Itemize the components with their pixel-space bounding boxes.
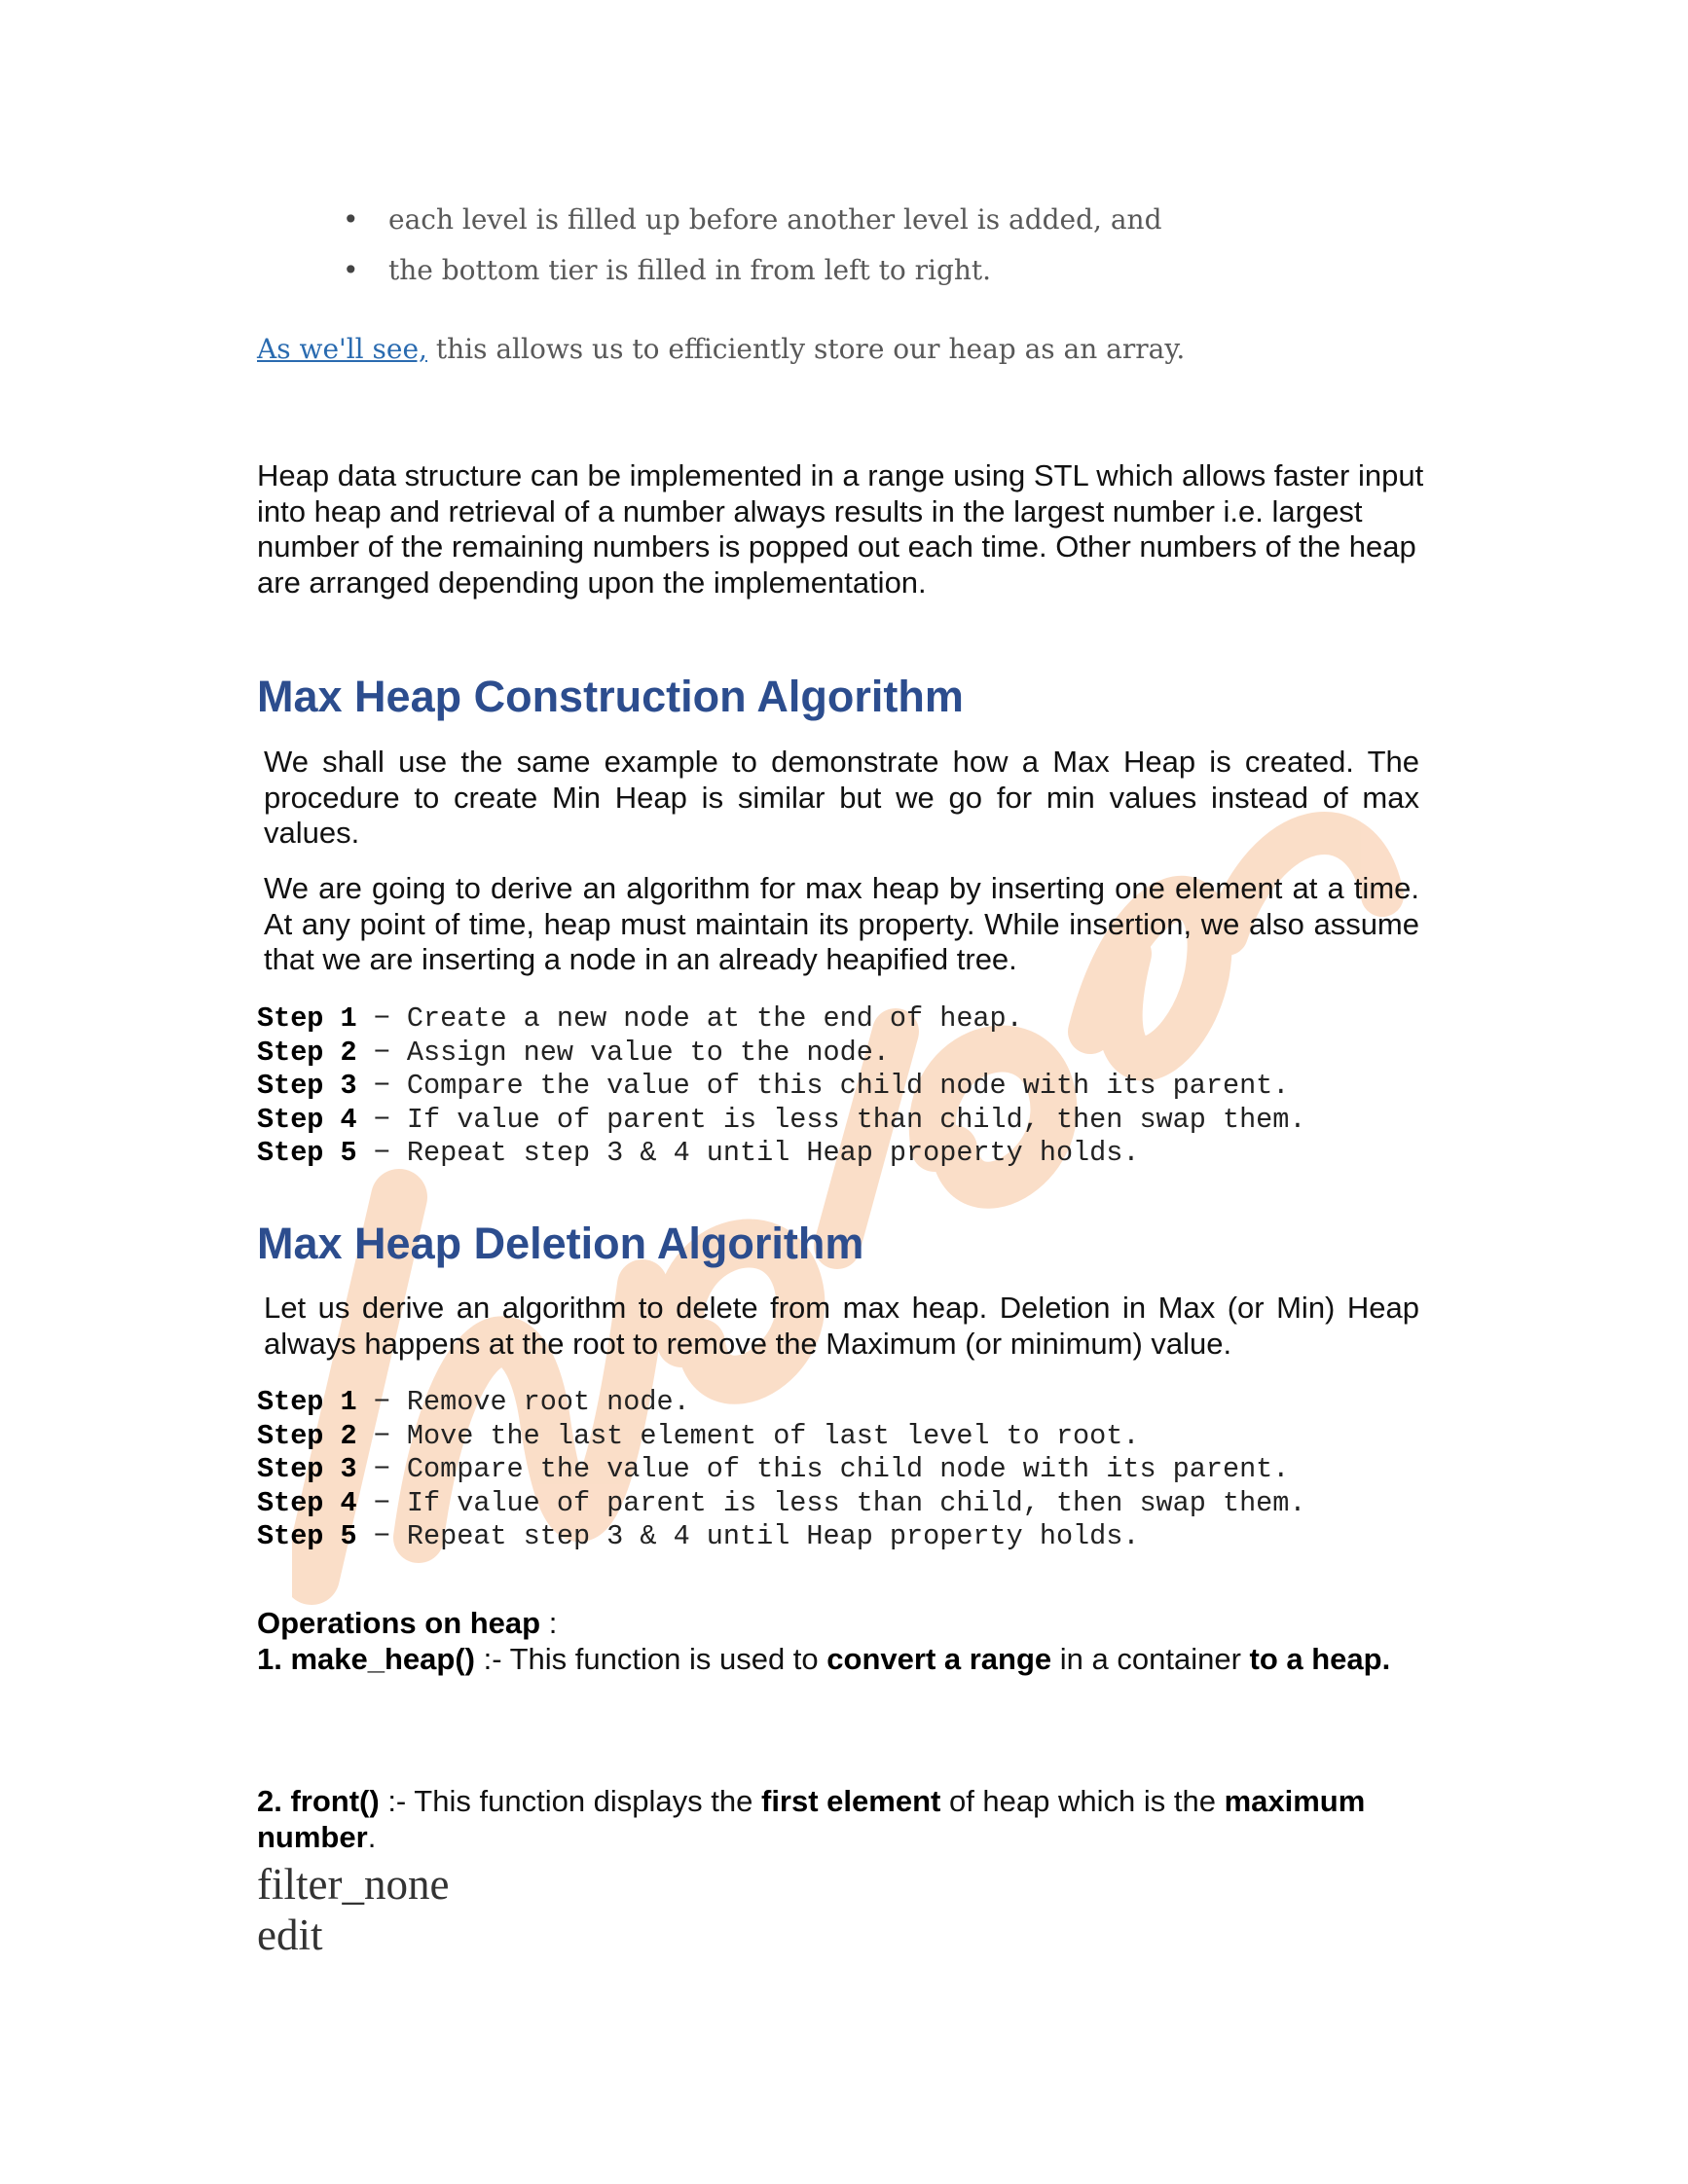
- step-line: Step 1 − Remove root node.: [257, 1386, 690, 1418]
- operations-section: Operations on heap : 1. make_heap() :- T…: [257, 1606, 1425, 1677]
- bullet-item: the bottom tier is filled in from left t…: [343, 245, 1162, 296]
- step-line: Step 3 − Compare the value of this child…: [257, 1453, 1290, 1485]
- array-note: As we'll see, this allows us to efficien…: [257, 333, 1185, 365]
- step-line: Step 5 − Repeat step 3 & 4 until Heap pr…: [257, 1137, 1140, 1169]
- bullet-list: each level is filled up before another l…: [343, 195, 1162, 296]
- front-description: 2. front() :- This function displays the…: [257, 1784, 1366, 1854]
- deletion-paragraph: Let us derive an algorithm to delete fro…: [264, 1291, 1419, 1361]
- step-line: Step 4 − If value of parent is less than…: [257, 1103, 1306, 1136]
- construction-paragraph-2: We are going to derive an algorithm for …: [264, 871, 1419, 976]
- deletion-steps: Step 1 − Remove root node. Step 2 − Move …: [257, 1386, 1305, 1554]
- filter-none-label: filter_none: [257, 1860, 450, 1909]
- step-line: Step 5 − Repeat step 3 & 4 until Heap pr…: [257, 1520, 1140, 1552]
- code-toolbar-text: filter_none edit: [257, 1859, 449, 1960]
- operations-title: Operations on heap :: [257, 1606, 558, 1640]
- step-line: Step 3 − Compare the value of this child…: [257, 1070, 1290, 1102]
- make-heap-description: 1. make_heap() :- This function is used …: [257, 1641, 1391, 1676]
- construction-steps: Step 1 − Create a new node at the end of…: [257, 1002, 1305, 1171]
- step-line: Step 4 − If value of parent is less than…: [257, 1486, 1306, 1519]
- construction-heading: Max Heap Construction Algorithm: [257, 672, 964, 721]
- construction-paragraph-1: We shall use the same example to demonst…: [264, 745, 1419, 850]
- as-we-will-see-link[interactable]: As we'll see,: [257, 333, 427, 365]
- document-page: each level is filled up before another l…: [0, 0, 1688, 2184]
- array-note-text: this allows us to efficiently store our …: [426, 333, 1186, 365]
- intro-paragraph: Heap data structure can be implemented i…: [257, 458, 1424, 600]
- step-line: Step 1 − Create a new node at the end of…: [257, 1002, 1023, 1035]
- bullet-item: each level is filled up before another l…: [343, 195, 1161, 245]
- edit-label: edit: [257, 1911, 323, 1959]
- step-line: Step 2 − Assign new value to the node.: [257, 1036, 890, 1069]
- step-line: Step 2 − Move the last element of last l…: [257, 1419, 1140, 1452]
- deletion-heading: Max Heap Deletion Algorithm: [257, 1219, 864, 1268]
